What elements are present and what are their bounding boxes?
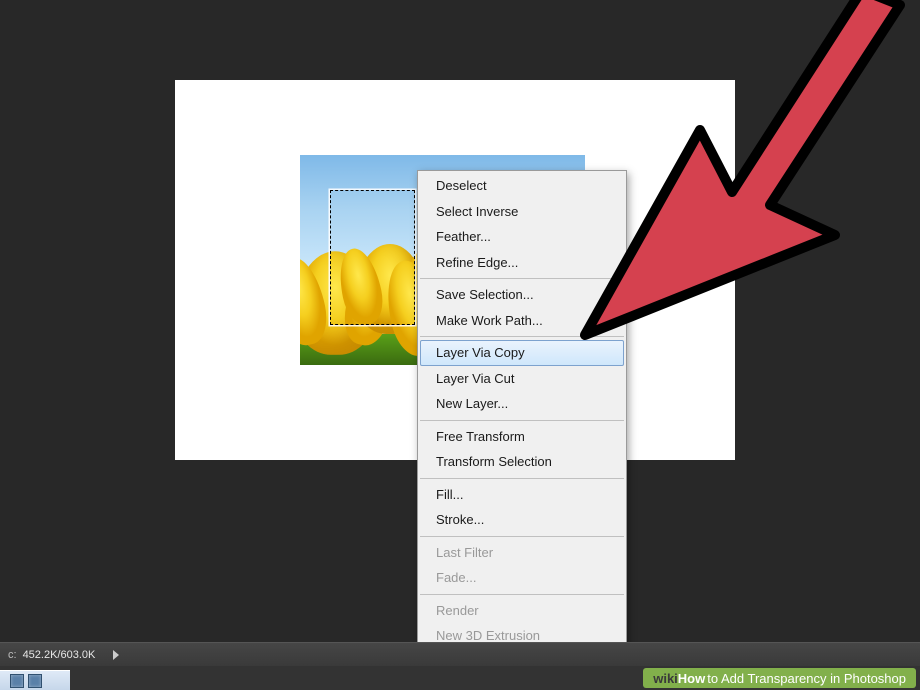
status-bar: c: 452.2K/603.0K	[0, 642, 920, 666]
photoshop-workspace: DeselectSelect InverseFeather...Refine E…	[0, 0, 920, 640]
menu-separator	[420, 536, 624, 537]
os-taskbar-fragment	[0, 670, 70, 690]
menu-select-inverse[interactable]: Select Inverse	[418, 199, 626, 225]
menu-render: Render	[418, 598, 626, 624]
status-doc-size: 452.2K/603.0K	[23, 649, 96, 661]
menu-layer-via-cut[interactable]: Layer Via Cut	[418, 366, 626, 392]
menu-separator	[420, 594, 624, 595]
menu-save-selection[interactable]: Save Selection...	[418, 282, 626, 308]
taskbar-app-icon[interactable]	[28, 674, 42, 688]
menu-stroke[interactable]: Stroke...	[418, 507, 626, 533]
menu-transform-selection[interactable]: Transform Selection	[418, 449, 626, 475]
taskbar-app-icon[interactable]	[10, 674, 24, 688]
watermark-title: to Add Transparency in Photoshop	[707, 671, 906, 686]
menu-separator	[420, 420, 624, 421]
menu-layer-via-copy[interactable]: Layer Via Copy	[420, 340, 624, 366]
menu-refine-edge[interactable]: Refine Edge...	[418, 250, 626, 276]
menu-make-work-path[interactable]: Make Work Path...	[418, 308, 626, 334]
menu-last-filter: Last Filter	[418, 540, 626, 566]
menu-new-layer[interactable]: New Layer...	[418, 391, 626, 417]
selection-context-menu[interactable]: DeselectSelect InverseFeather...Refine E…	[417, 170, 627, 652]
menu-free-transform[interactable]: Free Transform	[418, 424, 626, 450]
watermark-bar: wikiHow to Add Transparency in Photoshop	[0, 666, 920, 690]
status-expand-icon[interactable]	[113, 650, 119, 660]
menu-feather[interactable]: Feather...	[418, 224, 626, 250]
wikihow-watermark: wikiHow to Add Transparency in Photoshop	[643, 668, 916, 688]
watermark-brand: wikiHow	[653, 671, 705, 686]
menu-fade: Fade...	[418, 565, 626, 591]
menu-separator	[420, 336, 624, 337]
menu-separator	[420, 478, 624, 479]
menu-fill[interactable]: Fill...	[418, 482, 626, 508]
status-doc-label: c:	[8, 649, 17, 661]
menu-deselect[interactable]: Deselect	[418, 173, 626, 199]
menu-separator	[420, 278, 624, 279]
